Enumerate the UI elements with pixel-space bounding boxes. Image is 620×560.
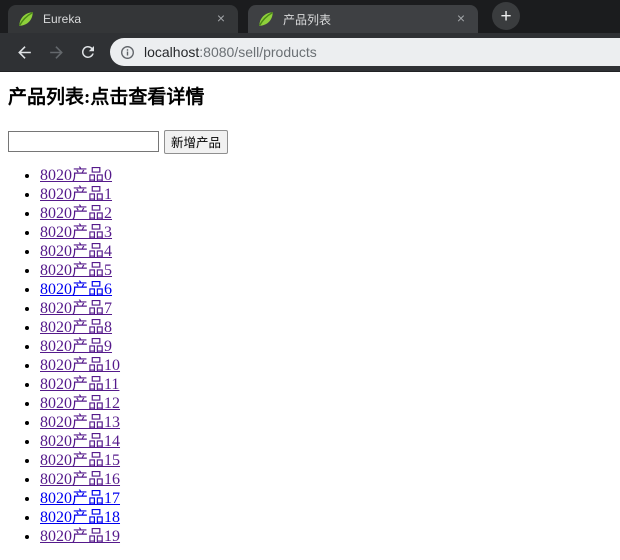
list-item: 8020产品9	[40, 337, 612, 356]
product-link[interactable]: 8020产品3	[40, 224, 112, 241]
list-item: 8020产品17	[40, 489, 612, 508]
add-product-button[interactable]: 新增产品	[164, 130, 228, 154]
tab-title: Eureka	[43, 12, 212, 26]
list-item: 8020产品2	[40, 204, 612, 223]
list-item: 8020产品12	[40, 394, 612, 413]
product-link[interactable]: 8020产品6	[40, 281, 112, 298]
tab-bar: Eureka × 产品列表 × +	[0, 0, 620, 33]
product-link[interactable]: 8020产品1	[40, 186, 112, 203]
list-item: 8020产品19	[40, 527, 612, 546]
product-link[interactable]: 8020产品17	[40, 490, 120, 507]
product-link[interactable]: 8020产品8	[40, 319, 112, 336]
back-button[interactable]	[10, 38, 38, 66]
product-link[interactable]: 8020产品0	[40, 167, 112, 184]
toolbar: localhost:8080/sell/products	[0, 33, 620, 72]
list-item: 8020产品1	[40, 185, 612, 204]
product-link[interactable]: 8020产品15	[40, 452, 120, 469]
product-link[interactable]: 8020产品9	[40, 338, 112, 355]
url-text: localhost:8080/sell/products	[144, 44, 317, 60]
product-link[interactable]: 8020产品19	[40, 528, 120, 545]
back-arrow-icon	[15, 43, 34, 62]
product-link[interactable]: 8020产品4	[40, 243, 112, 260]
spring-leaf-icon	[258, 11, 274, 27]
list-item: 8020产品18	[40, 508, 612, 527]
browser-window: Eureka × 产品列表 × +	[0, 0, 620, 560]
list-item: 8020产品10	[40, 356, 612, 375]
list-item: 8020产品4	[40, 242, 612, 261]
add-product-form: 新增产品	[8, 130, 612, 154]
product-link[interactable]: 8020产品10	[40, 357, 120, 374]
product-link[interactable]: 8020产品18	[40, 509, 120, 526]
forward-button[interactable]	[42, 38, 70, 66]
product-link[interactable]: 8020产品2	[40, 205, 112, 222]
product-link[interactable]: 8020产品16	[40, 471, 120, 488]
list-item: 8020产品8	[40, 318, 612, 337]
forward-arrow-icon	[47, 43, 66, 62]
product-link[interactable]: 8020产品13	[40, 414, 120, 431]
page-content: 产品列表:点击查看详情 新增产品 8020产品08020产品18020产品280…	[0, 72, 620, 560]
close-icon[interactable]: ×	[212, 10, 230, 28]
page-title: 产品列表:点击查看详情	[8, 88, 612, 109]
tab-product-list[interactable]: 产品列表 ×	[248, 5, 478, 33]
product-name-input[interactable]	[8, 131, 159, 152]
address-bar[interactable]: localhost:8080/sell/products	[110, 38, 620, 66]
list-item: 8020产品16	[40, 470, 612, 489]
list-item: 8020产品5	[40, 261, 612, 280]
product-link[interactable]: 8020产品11	[40, 376, 119, 393]
spring-leaf-icon	[18, 11, 34, 27]
product-list: 8020产品0 8020产品1 8020产品2 8020产品3 8020产品4 8020产…	[8, 166, 612, 546]
list-item: 8020产品7	[40, 299, 612, 318]
new-tab-button[interactable]: +	[492, 2, 520, 30]
reload-button[interactable]	[74, 38, 102, 66]
product-link[interactable]: 8020产品5	[40, 262, 112, 279]
list-item: 8020产品3	[40, 223, 612, 242]
url-path: :8080/sell/products	[199, 44, 317, 60]
list-item: 8020产品13	[40, 413, 612, 432]
list-item: 8020产品14	[40, 432, 612, 451]
list-item: 8020产品0	[40, 166, 612, 185]
list-item: 8020产品6	[40, 280, 612, 299]
tab-title: 产品列表	[283, 11, 452, 28]
list-item: 8020产品11	[40, 375, 612, 394]
tab-eureka[interactable]: Eureka ×	[8, 5, 238, 33]
product-link[interactable]: 8020产品7	[40, 300, 112, 317]
plus-icon: +	[500, 7, 511, 26]
reload-icon	[79, 43, 97, 61]
list-item: 8020产品15	[40, 451, 612, 470]
info-icon[interactable]	[120, 45, 135, 60]
close-icon[interactable]: ×	[452, 10, 470, 28]
product-link[interactable]: 8020产品14	[40, 433, 120, 450]
product-link[interactable]: 8020产品12	[40, 395, 120, 412]
url-host: localhost	[144, 44, 199, 60]
